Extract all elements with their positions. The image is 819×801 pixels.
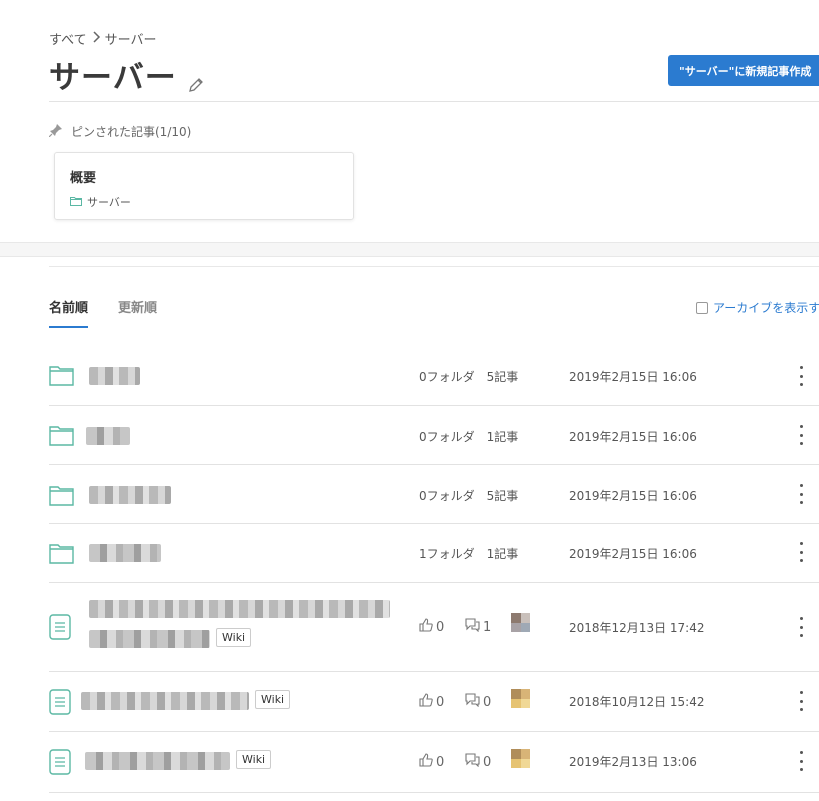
folder-name-redacted[interactable]: [86, 427, 130, 445]
updated-date: 2019年2月15日 16:06: [569, 430, 697, 444]
folder-row[interactable]: 0フォルダ 5記事 2019年2月15日 16:06: [49, 346, 819, 406]
folder-row[interactable]: 1フォルダ 1記事 2019年2月15日 16:06: [49, 524, 819, 583]
document-icon: [49, 614, 71, 644]
comment-count[interactable]: 0: [465, 693, 491, 711]
folder-counts: 0フォルダ 5記事: [419, 370, 519, 384]
item-list: 0フォルダ 5記事 2019年2月15日 16:06 0フォルダ 1記事 2019年…: [49, 346, 819, 793]
folder-row[interactable]: 0フォルダ 5記事 2019年2月15日 16:06: [49, 465, 819, 524]
pinned-label-text: ピンされた記事(1/10): [71, 125, 192, 139]
thumbs-up-icon: [419, 753, 433, 771]
breadcrumb-root[interactable]: すべて: [49, 29, 87, 48]
pin-icon: [48, 123, 63, 140]
document-icon: [49, 689, 71, 719]
more-options-icon[interactable]: [795, 542, 807, 562]
archive-label: アーカイブを表示す: [713, 301, 819, 315]
comment-icon: [465, 618, 480, 636]
author-avatar[interactable]: [511, 749, 530, 768]
comment-icon: [465, 693, 480, 711]
article-title-redacted[interactable]: [89, 630, 210, 648]
pinned-article-title: 概要: [70, 171, 97, 186]
like-count[interactable]: 0: [419, 753, 444, 771]
article-title-redacted[interactable]: [85, 752, 230, 770]
folder-icon: [49, 542, 74, 568]
thumbs-up-icon: [419, 693, 433, 711]
wiki-tag: Wiki: [216, 628, 252, 647]
updated-date: 2018年12月13日 17:42: [569, 621, 705, 635]
folder-icon: [49, 424, 74, 450]
more-options-icon[interactable]: [795, 366, 807, 386]
document-icon: [49, 749, 71, 779]
folder-icon: [70, 196, 82, 209]
updated-date: 2019年2月15日 16:06: [569, 489, 697, 503]
thumbs-up-icon: [419, 618, 433, 636]
comment-count[interactable]: 0: [465, 753, 491, 771]
page-title-text: サーバー: [49, 60, 177, 96]
tab-sort-updated[interactable]: 更新順: [118, 297, 157, 328]
comment-count[interactable]: 1: [465, 618, 491, 636]
folder-counts: 0フォルダ 5記事: [419, 489, 519, 503]
folder-icon: [49, 364, 74, 390]
author-avatar[interactable]: [511, 613, 530, 632]
folder-counts: 1フォルダ 1記事: [419, 547, 519, 561]
folder-row[interactable]: 0フォルダ 1記事 2019年2月15日 16:06: [49, 406, 819, 465]
article-title-redacted[interactable]: [81, 692, 249, 710]
updated-date: 2019年2月15日 16:06: [569, 547, 697, 561]
article-title-redacted[interactable]: [89, 600, 390, 618]
article-row[interactable]: Wiki 0 1 2018年12月13日 17:42: [49, 583, 819, 672]
divider: [49, 266, 819, 267]
tab-sort-name[interactable]: 名前順: [49, 297, 89, 328]
folder-name-redacted[interactable]: [89, 544, 161, 562]
pinned-article-folder: サーバー: [70, 194, 338, 210]
folder-name-redacted[interactable]: [89, 486, 171, 504]
pinned-section-label: ピンされた記事(1/10): [48, 123, 192, 140]
breadcrumb-current[interactable]: サーバー: [105, 29, 157, 48]
section-separator: [0, 242, 819, 257]
folder-counts: 0フォルダ 1記事: [419, 430, 519, 444]
pencil-icon[interactable]: [187, 66, 205, 92]
updated-date: 2019年2月15日 16:06: [569, 370, 697, 384]
page-title: サーバー: [49, 52, 205, 97]
like-count[interactable]: 0: [419, 693, 444, 711]
breadcrumb-separator-icon: [91, 30, 101, 47]
article-row[interactable]: Wiki 0 0 2018年10月12日 15:42: [49, 672, 819, 732]
comment-icon: [465, 753, 480, 771]
pinned-folder-name: サーバー: [87, 196, 131, 209]
breadcrumb: すべて サーバー: [49, 29, 156, 48]
divider: [49, 101, 819, 102]
more-options-icon[interactable]: [795, 691, 807, 711]
folder-name-redacted[interactable]: [89, 367, 140, 385]
like-count[interactable]: 0: [419, 618, 444, 636]
page-header: すべて サーバー サーバー "サーバー"に新規記事作成 ピンされた記事(1/10…: [0, 0, 819, 242]
more-options-icon[interactable]: [795, 751, 807, 771]
sort-tabs: 名前順 更新順: [49, 297, 157, 328]
wiki-tag: Wiki: [236, 750, 272, 769]
article-row[interactable]: Wiki 0 0 2019年2月13日 13:06: [49, 732, 819, 793]
updated-date: 2018年10月12日 15:42: [569, 695, 705, 709]
archive-checkbox[interactable]: [696, 301, 708, 314]
new-article-button[interactable]: "サーバー"に新規記事作成: [668, 55, 819, 86]
show-archive-toggle[interactable]: アーカイブを表示す: [696, 299, 819, 316]
more-options-icon[interactable]: [795, 484, 807, 504]
more-options-icon[interactable]: [795, 425, 807, 445]
updated-date: 2019年2月13日 13:06: [569, 755, 697, 769]
more-options-icon[interactable]: [795, 617, 807, 637]
wiki-tag: Wiki: [255, 690, 291, 709]
folder-icon: [49, 484, 74, 510]
author-avatar[interactable]: [511, 689, 530, 708]
pinned-article-card[interactable]: 概要 サーバー: [54, 152, 354, 220]
